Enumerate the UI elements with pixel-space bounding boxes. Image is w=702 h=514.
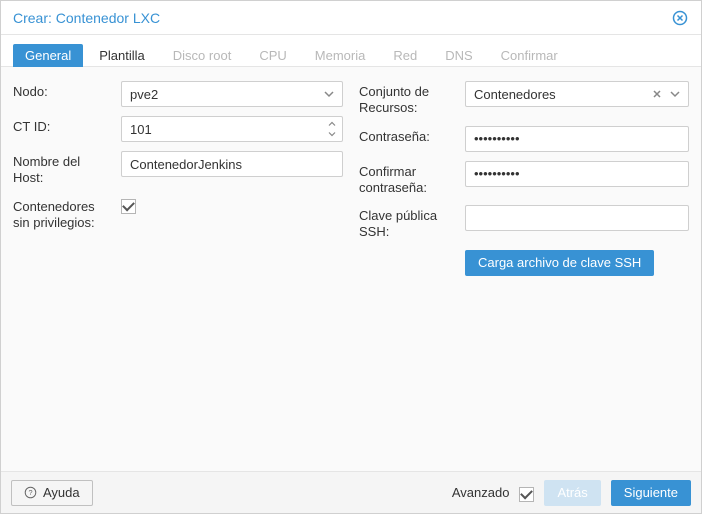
tab-red: Red [381,44,429,69]
pool-label: Conjunto de Recursos: [359,81,457,117]
password-confirm-input[interactable] [465,161,689,187]
field-password-confirm: Confirmar contraseña: [359,161,689,197]
field-ssh-key: Clave pública SSH: [359,205,689,241]
chevron-up-icon[interactable] [325,119,339,129]
tab-plantilla[interactable]: Plantilla [87,44,157,69]
dialog-title: Crear: Contenedor LXC [13,10,160,26]
field-password: Contraseña: [359,126,689,152]
help-label: Ayuda [43,485,80,500]
clear-icon[interactable] [649,86,665,102]
nodo-label: Nodo: [13,81,113,100]
close-icon[interactable] [671,9,689,27]
chevron-down-icon[interactable] [667,86,683,102]
ctid-spinner[interactable] [121,116,343,142]
ssh-key-input[interactable] [465,205,689,231]
advanced-label: Avanzado [452,485,510,500]
password-confirm-label: Confirmar contraseña: [359,161,457,197]
tab-disco-root: Disco root [161,44,244,69]
unprivileged-label: Contenedores sin privilegios: [13,196,113,232]
hostname-input[interactable] [121,151,343,177]
svg-text:?: ? [28,488,32,497]
ssh-key-label: Clave pública SSH: [359,205,457,241]
right-column: Conjunto de Recursos: Contraseña: [359,81,689,457]
tab-confirmar: Confirmar [489,44,570,69]
field-pool: Conjunto de Recursos: [359,81,689,117]
dialog-titlebar: Crear: Contenedor LXC [1,1,701,35]
ctid-label: CT ID: [13,116,113,135]
field-ctid: CT ID: [13,116,343,142]
form-content: Nodo: CT ID: [1,67,701,471]
tab-general[interactable]: General [13,44,83,69]
password-label: Contraseña: [359,126,457,145]
load-ssh-key-button[interactable]: Carga archivo de clave SSH [465,250,654,276]
field-nodo: Nodo: [13,81,343,107]
left-column: Nodo: CT ID: [13,81,343,457]
back-button: Atrás [544,480,600,506]
help-icon: ? [24,486,37,499]
nodo-combo[interactable] [121,81,343,107]
tab-dns: DNS [433,44,484,69]
hostname-label: Nombre del Host: [13,151,113,187]
field-unprivileged: Contenedores sin privilegios: [13,196,343,232]
unprivileged-checkbox[interactable] [121,199,136,214]
ssh-button-row: Carga archivo de clave SSH [465,250,689,276]
tab-cpu: CPU [247,44,298,69]
next-button[interactable]: Siguiente [611,480,691,506]
create-container-dialog: Crear: Contenedor LXC General Plantilla … [0,0,702,514]
password-input[interactable] [465,126,689,152]
spinner-triggers [325,118,339,140]
tab-bar: General Plantilla Disco root CPU Memoria… [1,35,701,67]
dialog-footer: ? Ayuda Avanzado Atrás Siguiente [1,471,701,513]
advanced-checkbox[interactable] [519,487,534,502]
tab-memoria: Memoria [303,44,378,69]
chevron-down-icon[interactable] [321,86,337,102]
field-hostname: Nombre del Host: [13,151,343,187]
help-button[interactable]: ? Ayuda [11,480,93,506]
chevron-down-icon[interactable] [325,129,339,139]
